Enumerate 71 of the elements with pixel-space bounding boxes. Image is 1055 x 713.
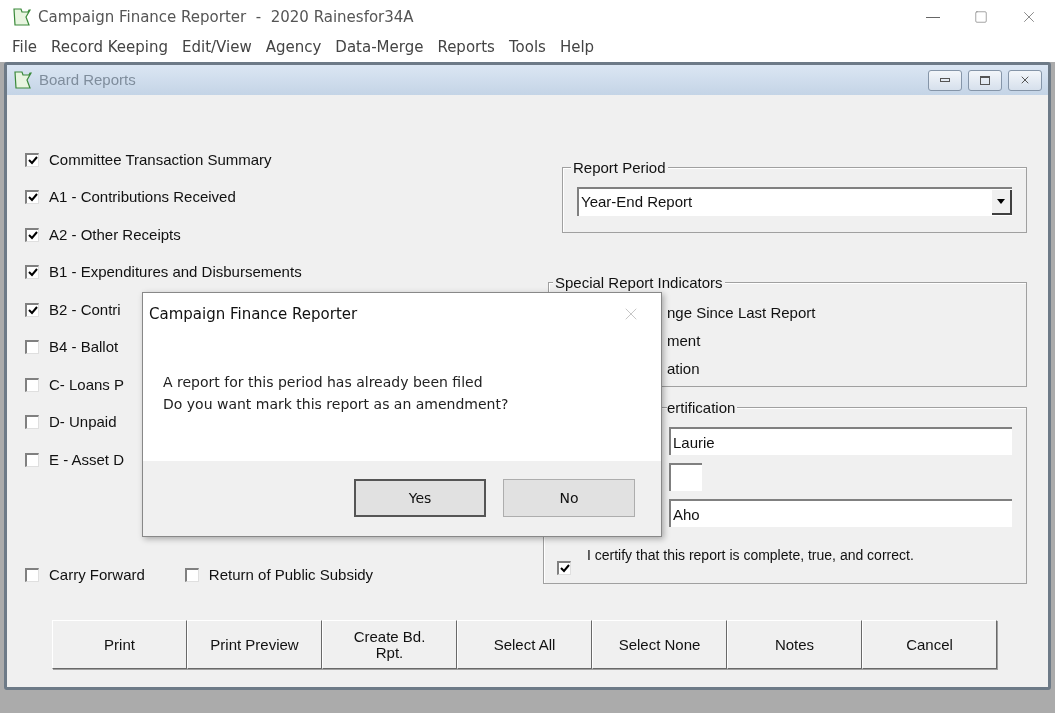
restore-button[interactable] xyxy=(968,69,1002,91)
toolbar-button[interactable]: Select All xyxy=(457,620,592,669)
report-label: C- Loans P xyxy=(49,374,125,395)
checkbox[interactable] xyxy=(25,377,39,392)
report-label: A2 - Other Receipts xyxy=(49,224,181,245)
checkbox[interactable] xyxy=(25,265,39,280)
caret-icon xyxy=(996,198,1006,205)
checkbox[interactable] xyxy=(184,567,199,582)
checkbox[interactable] xyxy=(25,567,39,582)
name-field[interactable] xyxy=(669,463,702,491)
close-icon xyxy=(1019,74,1031,86)
toolbar-button[interactable]: Print Preview xyxy=(187,620,322,669)
dialog-title: Campaign Finance Reporter xyxy=(149,303,358,325)
report-label: D- Unpaid xyxy=(49,412,117,432)
minimize-icon xyxy=(940,78,950,82)
option-label: Carry Forward xyxy=(49,564,145,585)
menu-item[interactable]: File xyxy=(6,35,44,59)
app-icon xyxy=(12,7,32,27)
report-label: A1 - Contributions Received xyxy=(49,187,236,207)
checkmark-icon xyxy=(559,564,570,573)
checkbox[interactable] xyxy=(25,302,39,317)
maximize-icon xyxy=(974,10,988,24)
dialog-button[interactable]: No xyxy=(503,479,635,517)
option-label: Return of Public Subsidy xyxy=(208,564,374,585)
minimize-button[interactable] xyxy=(928,69,962,91)
toolbar-button[interactable]: Notes xyxy=(727,620,862,669)
report-label: B4 - Ballot xyxy=(49,337,119,357)
menu-item[interactable]: Tools xyxy=(502,35,552,59)
close-button[interactable] xyxy=(1008,69,1042,91)
report-label: B2 - Contri xyxy=(49,299,121,320)
indicator-label: ation xyxy=(667,359,701,379)
checkbox[interactable] xyxy=(25,452,39,467)
restore-icon xyxy=(980,75,990,85)
report-label: B1 - Expenditures and Disbursements xyxy=(49,262,302,282)
checkbox[interactable] xyxy=(557,561,571,575)
toolbar-button[interactable]: Create Bd. Rpt. xyxy=(322,620,457,669)
window-title: Campaign Finance Reporter - 2020 Rainesfor34A xyxy=(38,6,414,28)
checkmark-icon xyxy=(27,155,38,165)
checkmark-icon xyxy=(27,193,38,203)
indicator-label: ment xyxy=(667,331,702,351)
toolbar-button[interactable]: Cancel xyxy=(862,620,997,669)
menu-item[interactable]: Edit/View xyxy=(175,35,258,59)
menu-item[interactable]: Record Keeping xyxy=(45,35,174,59)
checkmark-icon xyxy=(27,230,38,240)
certify-text: I certify that this report is complete, true, and correct. xyxy=(587,547,915,563)
menu-item[interactable]: Agency xyxy=(259,35,328,59)
checkbox[interactable] xyxy=(25,190,39,205)
name-field[interactable]: Aho xyxy=(669,499,1012,527)
checkmark-icon xyxy=(27,305,38,315)
minimize-icon xyxy=(926,16,940,18)
checkbox[interactable] xyxy=(25,227,39,242)
toolbar-button[interactable]: Print xyxy=(52,620,187,669)
toolbar-button[interactable]: Select None xyxy=(592,620,727,669)
menu-item[interactable]: Data-Merge xyxy=(329,35,430,59)
child-window-title: Board Reports xyxy=(39,69,136,90)
menu-item[interactable]: Help xyxy=(553,35,601,59)
checkbox[interactable] xyxy=(25,415,39,430)
checkmark-icon xyxy=(27,268,38,278)
report-label: Committee Transaction Summary xyxy=(49,149,272,170)
app-icon xyxy=(13,70,33,90)
report-period-dropdown[interactable]: Year-End Report xyxy=(577,187,1012,216)
report-label: E - Asset D xyxy=(49,449,125,470)
dialog-message: Do you want mark this report as an amendment? xyxy=(163,395,510,414)
dropdown-button[interactable] xyxy=(992,190,1012,215)
name-field[interactable]: Laurie xyxy=(669,427,1012,455)
dialog-message: A report for this period has already been filed xyxy=(163,373,484,392)
dialog-button[interactable]: Yes xyxy=(354,479,486,517)
menu-item[interactable]: Reports xyxy=(431,35,501,59)
indicator-label: nge Since Last Report xyxy=(667,303,817,323)
checkbox[interactable] xyxy=(25,152,39,167)
checkbox[interactable] xyxy=(25,340,39,355)
